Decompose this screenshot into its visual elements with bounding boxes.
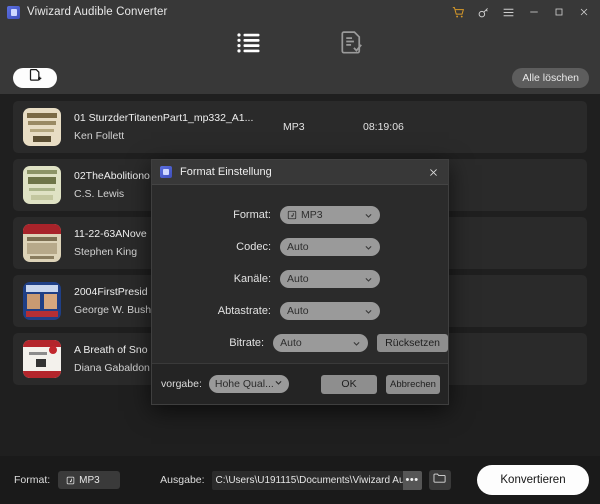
form-row-format: Format: MP3 (152, 199, 448, 231)
close-button[interactable] (571, 0, 596, 24)
form-row-bitrate: Bitrate: Auto Rücksetzen (152, 327, 448, 359)
ok-button[interactable]: OK (321, 374, 377, 394)
samplerate-value: Auto (287, 305, 309, 317)
format-label: Format: (233, 209, 271, 221)
codec-dropdown[interactable]: Auto (280, 238, 380, 256)
action-bar: Alle löschen (0, 61, 600, 94)
window-title: Viwizard Audible Converter (27, 6, 168, 18)
format-settings-dialog: Format Einstellung Format: MP3 Codec: Au… (151, 159, 449, 405)
dialog-title-bar: Format Einstellung (152, 160, 448, 185)
form-row-channels: Kanäle: Auto (152, 263, 448, 295)
samplerate-label: Abtastrate: (217, 305, 271, 317)
convert-button[interactable]: Konvertieren (477, 465, 589, 495)
form-row-codec: Codec: Auto (152, 231, 448, 263)
cover-thumbnail (23, 282, 61, 320)
channels-dropdown[interactable]: Auto (280, 270, 380, 288)
chevron-down-icon (274, 378, 283, 390)
music-file-icon (66, 476, 75, 485)
cover-thumbnail (23, 166, 61, 204)
dialog-close-button[interactable] (420, 160, 446, 185)
dialog-body: Format: MP3 Codec: Auto Kanäle: Auto Abt… (152, 185, 448, 363)
title-bar: Viwizard Audible Converter (0, 0, 600, 24)
file-title: 01 SturzderTitanenPart1_mp332_A1... (74, 112, 254, 124)
cover-thumbnail (23, 340, 61, 378)
browse-path-button[interactable]: ••• (402, 470, 422, 490)
app-logo-icon (160, 166, 172, 178)
cover-thumbnail (23, 108, 61, 146)
codec-label: Codec: (236, 241, 271, 253)
maximize-button[interactable] (546, 0, 571, 24)
channels-value: Auto (287, 273, 309, 285)
output-path-value: C:\Users\U191115\Documents\Viwizard Au (215, 474, 405, 486)
application-window: Viwizard Audible Converter Alle löschen … (0, 0, 600, 504)
file-meta: 01 SturzderTitanenPart1_mp332_A1... Ken … (74, 112, 274, 142)
output-format-label: Format: (14, 474, 51, 486)
cover-thumbnail (23, 224, 61, 262)
preset-label: vorgabe: (161, 378, 202, 390)
chevron-down-icon (352, 334, 361, 352)
clear-all-button[interactable]: Alle löschen (512, 67, 589, 88)
music-file-icon (287, 210, 297, 220)
form-row-samplerate: Abtastrate: Auto (152, 295, 448, 327)
preset-value: Hohe Qual... (214, 378, 274, 390)
file-author: Ken Follett (74, 130, 125, 142)
bottom-bar: Format: MP3 Ausgabe: C:\Users\U191115\Do… (0, 456, 600, 504)
open-folder-button[interactable] (428, 470, 451, 490)
bitrate-dropdown[interactable]: Auto (273, 334, 369, 352)
file-duration: 08:19:06 (363, 121, 404, 133)
bitrate-label: Bitrate: (229, 337, 265, 349)
channels-label: Kanäle: (233, 273, 271, 285)
preset-dropdown[interactable]: Hohe Qual... (208, 375, 289, 393)
chevron-down-icon (364, 206, 373, 224)
tab-converted-list[interactable] (340, 30, 365, 55)
output-format-selector[interactable]: MP3 (58, 471, 121, 489)
bitrate-value: Auto (280, 337, 302, 349)
hamburger-menu-icon[interactable] (496, 0, 521, 24)
dialog-footer: vorgabe: Hohe Qual... OK Abbrechen (152, 363, 448, 404)
key-icon[interactable] (471, 0, 496, 24)
tab-strip (0, 24, 600, 61)
chevron-down-icon (364, 270, 373, 288)
format-dropdown[interactable]: MP3 (280, 206, 380, 224)
tab-library-list[interactable] (236, 32, 262, 54)
add-file-button[interactable] (13, 67, 57, 88)
output-format-value: MP3 (79, 474, 100, 486)
folder-icon (433, 471, 446, 489)
table-row[interactable]: 01 SturzderTitanenPart1_mp332_A1... Ken … (13, 101, 587, 153)
output-path-field[interactable]: C:\Users\U191115\Documents\Viwizard Au •… (211, 470, 422, 490)
output-path-label: Ausgabe: (160, 474, 205, 486)
file-format: MP3 (283, 121, 305, 133)
chevron-down-icon (364, 302, 373, 320)
app-logo-icon (7, 5, 20, 19)
reset-button[interactable]: Rücksetzen (377, 334, 448, 352)
add-file-icon (28, 68, 43, 88)
chevron-down-icon (364, 238, 373, 256)
cancel-button[interactable]: Abbrechen (386, 374, 440, 394)
samplerate-dropdown[interactable]: Auto (280, 302, 380, 320)
format-value: MP3 (301, 209, 323, 221)
minimize-button[interactable] (521, 0, 546, 24)
shopping-cart-icon[interactable] (446, 0, 471, 24)
dialog-title: Format Einstellung (180, 166, 272, 178)
codec-value: Auto (287, 241, 309, 253)
